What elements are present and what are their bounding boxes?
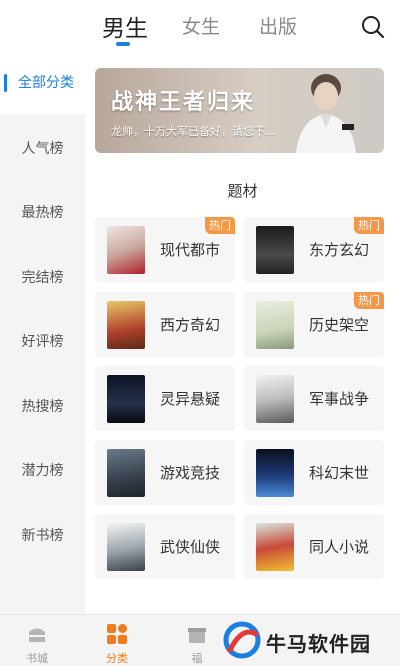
active-sidebar-marker xyxy=(4,74,7,92)
sidebar-item-popularity[interactable]: 人气榜 xyxy=(0,138,85,158)
watermark-emblem-icon xyxy=(223,621,261,659)
category-label: 军事战争 xyxy=(309,390,370,408)
book-cover-image xyxy=(256,449,294,497)
search-icon[interactable] xyxy=(360,14,386,40)
gift-icon xyxy=(188,628,206,643)
bottom-nav-bookstore[interactable]: 书城 xyxy=(7,615,67,666)
book-cover-image xyxy=(256,375,294,423)
watermark-text: 牛马软件园 xyxy=(266,632,371,656)
tab-publish[interactable]: 出版 xyxy=(259,12,297,39)
category-card-fanfiction[interactable]: 同人小说 xyxy=(244,514,384,579)
sidebar-item-completed[interactable]: 完结榜 xyxy=(0,267,85,287)
category-label: 灵异悬疑 xyxy=(160,390,221,408)
category-label: 现代都市 xyxy=(160,241,221,259)
section-title: 题材 xyxy=(227,182,258,200)
category-label: 游戏竞技 xyxy=(160,464,221,482)
category-label: 西方奇幻 xyxy=(160,316,221,334)
category-label: 武侠仙侠 xyxy=(160,538,221,556)
category-grid-icon xyxy=(107,624,127,644)
book-cover-image xyxy=(256,523,294,571)
banner-character-image xyxy=(296,74,356,153)
sidebar-item-potential[interactable]: 潜力榜 xyxy=(0,460,85,480)
sidebar-item-hottest[interactable]: 最热榜 xyxy=(0,202,85,222)
category-label: 东方玄幻 xyxy=(309,241,370,259)
sidebar-item-label: 全部分类 xyxy=(18,75,74,91)
sidebar-item-all-categories[interactable]: 全部分类 xyxy=(0,52,85,114)
category-card-modern-city[interactable]: 现代都市 热门 xyxy=(95,217,235,282)
category-card-scifi[interactable]: 科幻末世 xyxy=(244,440,384,505)
category-card-western-fantasy[interactable]: 西方奇幻 xyxy=(95,292,235,357)
bottom-nav-label: 分类 xyxy=(106,652,128,665)
banner-subtitle: 龙帅，十万大军已备好，请您下... xyxy=(111,125,276,138)
hot-badge: 热门 xyxy=(354,292,384,309)
active-tab-indicator xyxy=(116,42,130,46)
ranking-sidebar: 全部分类 人气榜 最热榜 完结榜 好评榜 热搜榜 潜力榜 新书榜 xyxy=(0,52,85,614)
book-cover-image xyxy=(107,449,145,497)
bottom-nav-category[interactable]: 分类 xyxy=(87,615,147,666)
book-cover-image xyxy=(107,523,145,571)
category-label: 同人小说 xyxy=(309,538,370,556)
sidebar-item-new-books[interactable]: 新书榜 xyxy=(0,525,85,545)
category-card-eastern-fantasy[interactable]: 东方玄幻 热门 xyxy=(244,217,384,282)
sidebar-item-hot-search[interactable]: 热搜榜 xyxy=(0,396,85,416)
category-card-military[interactable]: 军事战争 xyxy=(244,366,384,431)
watermark-logo: 牛马软件园 xyxy=(218,615,398,665)
sidebar-item-top-rated[interactable]: 好评榜 xyxy=(0,331,85,351)
category-card-gaming[interactable]: 游戏竞技 xyxy=(95,440,235,505)
category-card-supernatural[interactable]: 灵异悬疑 xyxy=(95,366,235,431)
hot-badge: 热门 xyxy=(205,217,235,234)
bookstore-icon xyxy=(29,628,45,642)
tab-male[interactable]: 男生 xyxy=(102,9,148,43)
book-cover-image xyxy=(256,226,294,274)
category-card-wuxia[interactable]: 武侠仙侠 xyxy=(95,514,235,579)
tab-female[interactable]: 女生 xyxy=(182,12,220,39)
book-cover-image xyxy=(256,301,294,349)
banner-title: 战神王者归来 xyxy=(111,90,256,115)
hot-badge: 热门 xyxy=(354,217,384,234)
book-cover-image xyxy=(107,226,145,274)
top-nav: 男生 女生 出版 xyxy=(0,0,400,52)
category-label: 科幻末世 xyxy=(309,464,370,482)
book-cover-image xyxy=(107,375,145,423)
promo-banner[interactable]: 战神王者归来 龙帅，十万大军已备好，请您下... xyxy=(95,68,384,153)
book-cover-image xyxy=(107,301,145,349)
category-card-alt-history[interactable]: 历史架空 热门 xyxy=(244,292,384,357)
bottom-nav-label: 书城 xyxy=(26,652,48,665)
category-content: 战神王者归来 龙帅，十万大军已备好，请您下... 题材 现代都市 热门 东方玄幻… xyxy=(85,52,400,614)
category-label: 历史架空 xyxy=(309,316,370,334)
